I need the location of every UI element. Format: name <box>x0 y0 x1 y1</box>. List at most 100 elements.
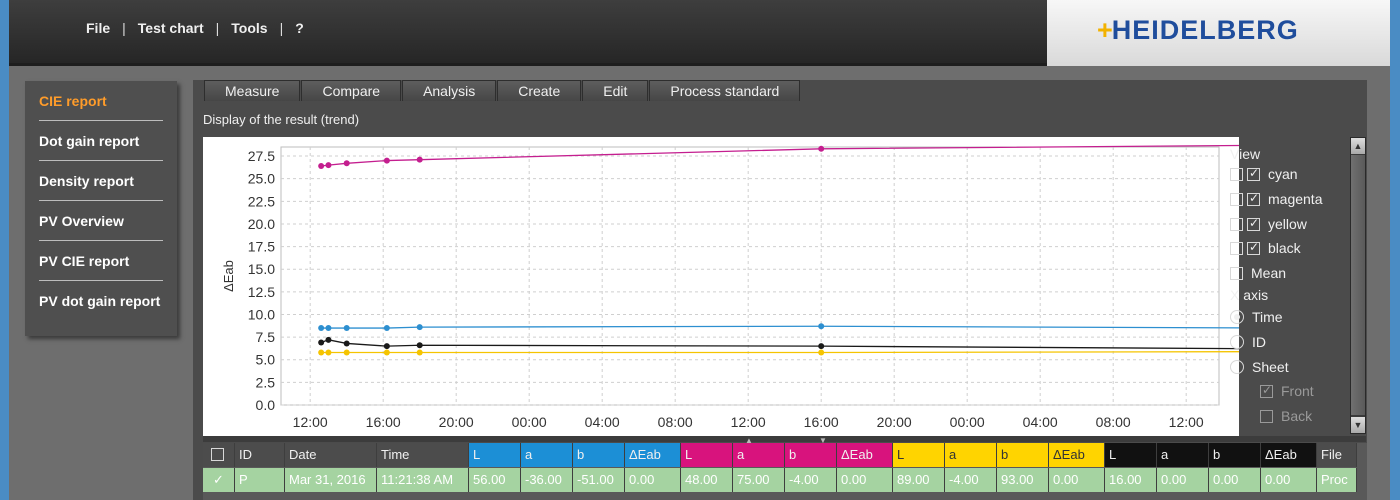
column-header[interactable]: a <box>521 443 573 467</box>
column-header[interactable]: b <box>997 443 1049 467</box>
column-header[interactable]: File <box>1317 443 1357 467</box>
mean-yellow-checkbox[interactable] <box>1230 217 1243 231</box>
menu-tools[interactable]: Tools <box>229 20 269 36</box>
magenta-checkbox[interactable] <box>1247 191 1260 206</box>
table-cell: 16.00 <box>1105 468 1157 492</box>
column-header[interactable]: a <box>1157 443 1209 467</box>
data-point-black <box>818 343 825 350</box>
column-header[interactable]: L <box>1105 443 1157 467</box>
data-point-magenta <box>818 145 825 152</box>
table-cell: 0.00 <box>1049 468 1105 492</box>
yellow-checkbox[interactable] <box>1247 216 1260 231</box>
x-tick-label: 08:00 <box>1096 414 1131 430</box>
tab-edit[interactable]: Edit <box>582 80 649 101</box>
select-all-checkbox[interactable] <box>203 443 235 467</box>
sheet-radio[interactable] <box>1230 360 1244 374</box>
report-sidebar: CIE report Dot gain report Density repor… <box>25 81 177 336</box>
front-option: Front <box>1260 381 1314 401</box>
view-row-mean: Mean <box>1230 263 1286 283</box>
vertical-scrollbar[interactable]: ▲ ▼ <box>1350 137 1366 434</box>
y-tick-label: 25.0 <box>248 171 275 187</box>
scroll-up-icon[interactable]: ▲ <box>1351 138 1365 154</box>
table-cell: Proc <box>1317 468 1357 492</box>
y-tick-label: 17.5 <box>248 239 275 255</box>
x-axis-title: X axis <box>1230 287 1269 303</box>
panel-splitter[interactable] <box>203 436 1366 442</box>
x-axis-sheet-option[interactable]: Sheet <box>1230 357 1289 377</box>
table-row[interactable]: ✓ P Mar 31, 2016 11:21:38 AM 56.00 -36.00 -51.… <box>203 468 1357 492</box>
tab-process-standard[interactable]: Process standard <box>649 80 801 101</box>
column-header[interactable]: b <box>573 443 625 467</box>
column-header[interactable]: Date <box>285 443 377 467</box>
menu-test-chart[interactable]: Test chart <box>136 20 206 36</box>
select-all-checkbox-box[interactable] <box>211 448 224 461</box>
x-axis-id-option[interactable]: ID <box>1230 332 1266 352</box>
table-cell: 0.00 <box>837 468 893 492</box>
cyan-checkbox[interactable] <box>1247 166 1260 181</box>
table-cell: 93.00 <box>997 468 1049 492</box>
mean-black-checkbox[interactable] <box>1230 241 1243 255</box>
x-axis-time-option[interactable]: Time <box>1230 307 1283 327</box>
sidebar-item-pv-overview[interactable]: PV Overview <box>25 201 177 241</box>
y-tick-label: 7.5 <box>256 329 276 345</box>
column-header[interactable]: ΔEab <box>625 443 681 467</box>
back-checkbox <box>1260 409 1273 423</box>
menu-separator: | <box>279 20 284 36</box>
data-point-magenta <box>318 163 325 170</box>
tab-measure[interactable]: Measure <box>204 80 301 101</box>
table-cell: 75.00 <box>733 468 785 492</box>
mean-checkbox[interactable] <box>1230 266 1243 280</box>
x-tick-label: 16:00 <box>804 414 839 430</box>
column-header[interactable]: b <box>785 443 837 467</box>
column-header[interactable]: ΔEab <box>1049 443 1105 467</box>
id-radio[interactable] <box>1230 335 1244 349</box>
menu-file[interactable]: File <box>84 20 112 36</box>
table-cell: 89.00 <box>893 468 945 492</box>
column-header[interactable]: ID <box>235 443 285 467</box>
scroll-down-icon[interactable]: ▼ <box>1351 417 1365 433</box>
table-cell: -36.00 <box>521 468 573 492</box>
row-select-checkbox[interactable]: ✓ <box>203 468 235 492</box>
menu-help[interactable]: ? <box>293 20 306 36</box>
data-point-magenta <box>325 162 332 169</box>
column-header[interactable]: L <box>469 443 521 467</box>
yellow-label: yellow <box>1268 216 1307 232</box>
black-checkbox[interactable] <box>1247 240 1260 255</box>
data-point-cyan <box>416 324 423 331</box>
sidebar-item-pv-dot-gain-report[interactable]: PV dot gain report <box>25 281 177 321</box>
column-header[interactable]: ΔEab <box>837 443 893 467</box>
sidebar-item-cie-report[interactable]: CIE report <box>25 81 177 121</box>
x-tick-label: 20:00 <box>877 414 912 430</box>
front-label: Front <box>1281 383 1314 399</box>
tab-create[interactable]: Create <box>497 80 582 101</box>
plot-area <box>280 146 1220 406</box>
trend-chart: 0.0 2.5 5.0 7.5 10.0 12.5 15.0 17.5 20.0 22.5 25.0… <box>203 137 1239 441</box>
table-cell: -4.00 <box>945 468 997 492</box>
y-tick-label: 27.5 <box>248 148 275 164</box>
x-tick-label: 12:00 <box>731 414 766 430</box>
column-header[interactable]: a <box>945 443 997 467</box>
sidebar-item-dot-gain-report[interactable]: Dot gain report <box>25 121 177 161</box>
menu-separator: | <box>122 20 126 36</box>
table-cell: 48.00 <box>681 468 733 492</box>
x-tick-label: 04:00 <box>1023 414 1058 430</box>
time-radio[interactable] <box>1230 310 1244 324</box>
y-tick-label: 20.0 <box>248 216 275 232</box>
scroll-thumb[interactable] <box>1351 155 1365 415</box>
mean-magenta-checkbox[interactable] <box>1230 192 1243 206</box>
tab-compare[interactable]: Compare <box>301 80 402 101</box>
tab-analysis[interactable]: Analysis <box>402 80 497 101</box>
column-header[interactable]: a <box>733 443 785 467</box>
sidebar-item-density-report[interactable]: Density report <box>25 161 177 201</box>
column-header[interactable]: b <box>1209 443 1261 467</box>
mean-label: Mean <box>1251 265 1287 281</box>
data-point-black <box>318 339 325 346</box>
back-label: Back <box>1281 408 1313 424</box>
x-tick-label: 04:00 <box>585 414 620 430</box>
column-header[interactable]: L <box>893 443 945 467</box>
column-header[interactable]: Time <box>377 443 469 467</box>
column-header[interactable]: L <box>681 443 733 467</box>
mean-cyan-checkbox[interactable] <box>1230 167 1243 181</box>
sidebar-item-pv-cie-report[interactable]: PV CIE report <box>25 241 177 281</box>
column-header[interactable]: ΔEab <box>1261 443 1317 467</box>
